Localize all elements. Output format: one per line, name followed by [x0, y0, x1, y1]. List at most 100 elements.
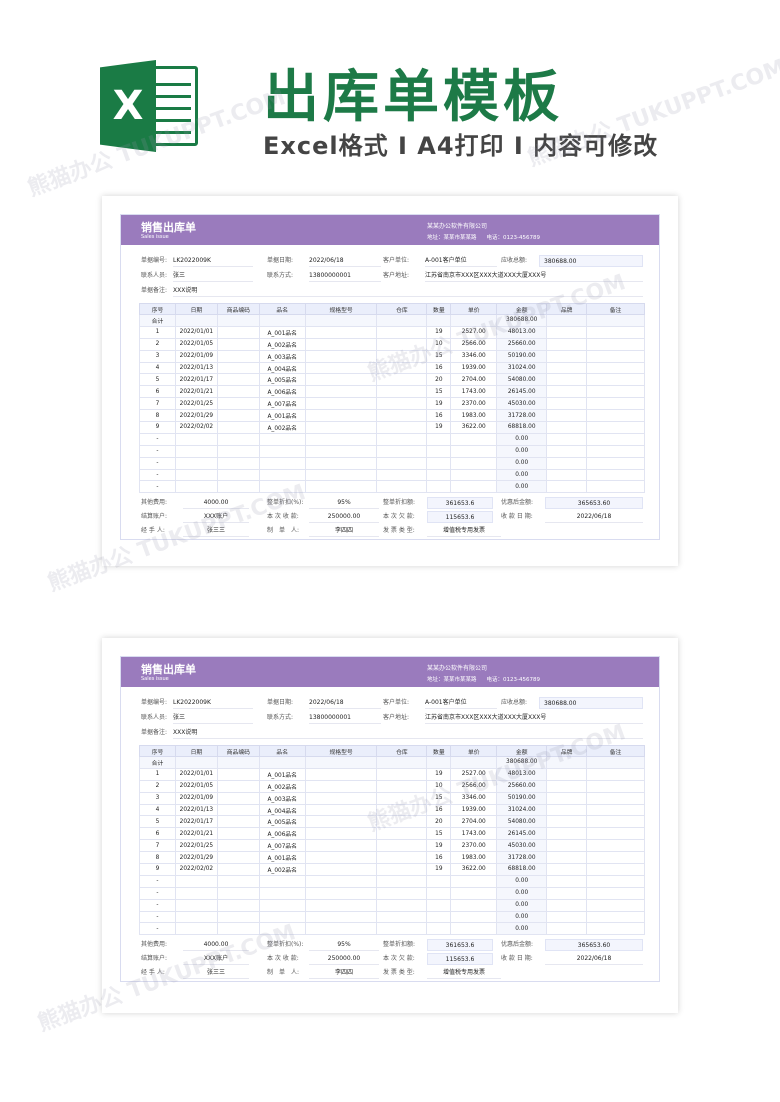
cell-qty[interactable]	[426, 432, 452, 446]
cell-date[interactable]: 2022/01/21	[174, 827, 218, 841]
table-cell[interactable]	[586, 480, 645, 494]
table-cell[interactable]	[304, 898, 378, 912]
table-cell[interactable]	[304, 325, 378, 339]
cell-date[interactable]: 2022/01/09	[174, 791, 218, 805]
cell-qty[interactable]: 19	[426, 397, 452, 411]
table-cell[interactable]	[376, 827, 428, 841]
cell-date[interactable]: 2022/01/01	[174, 767, 218, 781]
cell-name[interactable]: A_004品名	[258, 361, 306, 375]
table-cell[interactable]	[376, 910, 428, 924]
table-cell[interactable]	[376, 409, 428, 423]
table-cell[interactable]	[586, 803, 645, 817]
cell-qty[interactable]: 15	[426, 349, 452, 363]
cell-qty[interactable]	[426, 886, 452, 900]
table-cell[interactable]	[216, 898, 260, 912]
table-cell[interactable]	[216, 791, 260, 805]
table-cell[interactable]	[586, 756, 645, 769]
cell-name[interactable]: A_006品名	[258, 827, 306, 841]
cell-amount[interactable]: 0.00	[496, 432, 548, 446]
table-cell[interactable]	[546, 886, 588, 900]
table-cell[interactable]	[304, 851, 378, 865]
cell-price[interactable]: 2566.00	[450, 337, 498, 351]
received-value[interactable]: 250000.00	[309, 953, 379, 966]
table-cell[interactable]	[546, 397, 588, 411]
cell-qty[interactable]: 19	[426, 767, 452, 781]
table-cell[interactable]	[216, 337, 260, 351]
table-cell[interactable]	[376, 456, 428, 470]
cell-name[interactable]	[258, 898, 306, 912]
table-cell[interactable]	[304, 468, 378, 482]
table-cell[interactable]	[216, 851, 260, 865]
table-cell[interactable]	[174, 756, 218, 769]
account-value[interactable]: XXX账户	[183, 511, 249, 524]
cell-name[interactable]: A_004品名	[258, 803, 306, 817]
cell-amount[interactable]: 31728.00	[496, 409, 548, 423]
cell-name[interactable]	[258, 910, 306, 924]
table-cell[interactable]	[304, 337, 378, 351]
table-cell[interactable]	[216, 456, 260, 470]
cell-price[interactable]: 2370.00	[450, 839, 498, 853]
total-label[interactable]: 合计	[139, 314, 176, 327]
cell-date[interactable]	[174, 480, 218, 494]
cell-amount[interactable]: 48013.00	[496, 767, 548, 781]
table-cell[interactable]	[216, 839, 260, 853]
table-cell[interactable]	[304, 886, 378, 900]
cell-price[interactable]	[450, 480, 498, 494]
cell-date[interactable]: 2022/01/13	[174, 361, 218, 375]
cell-qty[interactable]	[426, 480, 452, 494]
table-cell[interactable]	[304, 839, 378, 853]
table-cell[interactable]	[376, 874, 428, 888]
cell-no[interactable]: 8	[139, 851, 176, 865]
cell-amount[interactable]: 54080.00	[496, 373, 548, 387]
table-cell[interactable]	[304, 373, 378, 387]
table-cell[interactable]	[376, 432, 428, 446]
table-cell[interactable]	[304, 432, 378, 446]
cell-name[interactable]: A_001品名	[258, 851, 306, 865]
cell-qty[interactable]: 16	[426, 803, 452, 817]
cell-no[interactable]: -	[139, 922, 176, 936]
cell-date[interactable]: 2022/02/02	[174, 421, 218, 434]
table-cell[interactable]	[586, 779, 645, 793]
handler-value[interactable]: 张三三	[183, 525, 249, 538]
table-cell[interactable]	[216, 444, 260, 458]
table-cell[interactable]	[376, 756, 428, 769]
cell-date[interactable]: 2022/01/25	[174, 839, 218, 853]
cell-no[interactable]: 7	[139, 397, 176, 411]
cell-price[interactable]: 3622.00	[450, 863, 498, 876]
table-cell[interactable]	[376, 361, 428, 375]
table-cell[interactable]	[586, 767, 645, 781]
table-cell[interactable]	[216, 385, 260, 399]
cell-price[interactable]: 1743.00	[450, 385, 498, 399]
table-cell[interactable]	[216, 314, 260, 327]
table-cell[interactable]	[304, 421, 378, 434]
table-cell[interactable]	[376, 349, 428, 363]
cell-name[interactable]	[258, 432, 306, 446]
cell-date[interactable]	[174, 910, 218, 924]
doc-date-value[interactable]: 2022/06/18	[309, 697, 381, 709]
cell-price[interactable]: 3346.00	[450, 791, 498, 805]
table-cell[interactable]	[586, 863, 645, 876]
table-cell[interactable]	[304, 791, 378, 805]
cell-name[interactable]: A_007品名	[258, 839, 306, 853]
contact-method-value[interactable]: 13800000001	[309, 712, 381, 724]
discount-rate-value[interactable]: 95%	[309, 497, 379, 510]
cell-date[interactable]	[174, 886, 218, 900]
cell-name[interactable]	[258, 480, 306, 494]
cell-no[interactable]: 5	[139, 815, 176, 829]
cell-name[interactable]: A_006品名	[258, 385, 306, 399]
cell-amount[interactable]: 0.00	[496, 886, 548, 900]
cell-date[interactable]	[174, 444, 218, 458]
cell-no[interactable]: -	[139, 886, 176, 900]
table-cell[interactable]	[304, 767, 378, 781]
cell-qty[interactable]	[426, 910, 452, 924]
cell-qty[interactable]: 15	[426, 827, 452, 841]
table-cell[interactable]	[546, 373, 588, 387]
handler-value[interactable]: 张三三	[183, 967, 249, 980]
cell-no[interactable]: 5	[139, 373, 176, 387]
account-value[interactable]: XXX账户	[183, 953, 249, 966]
cell-amount[interactable]: 0.00	[496, 922, 548, 936]
table-cell[interactable]	[546, 432, 588, 446]
cell-name[interactable]	[258, 874, 306, 888]
table-cell[interactable]	[586, 791, 645, 805]
total-amount[interactable]: 380688.00	[496, 756, 548, 769]
